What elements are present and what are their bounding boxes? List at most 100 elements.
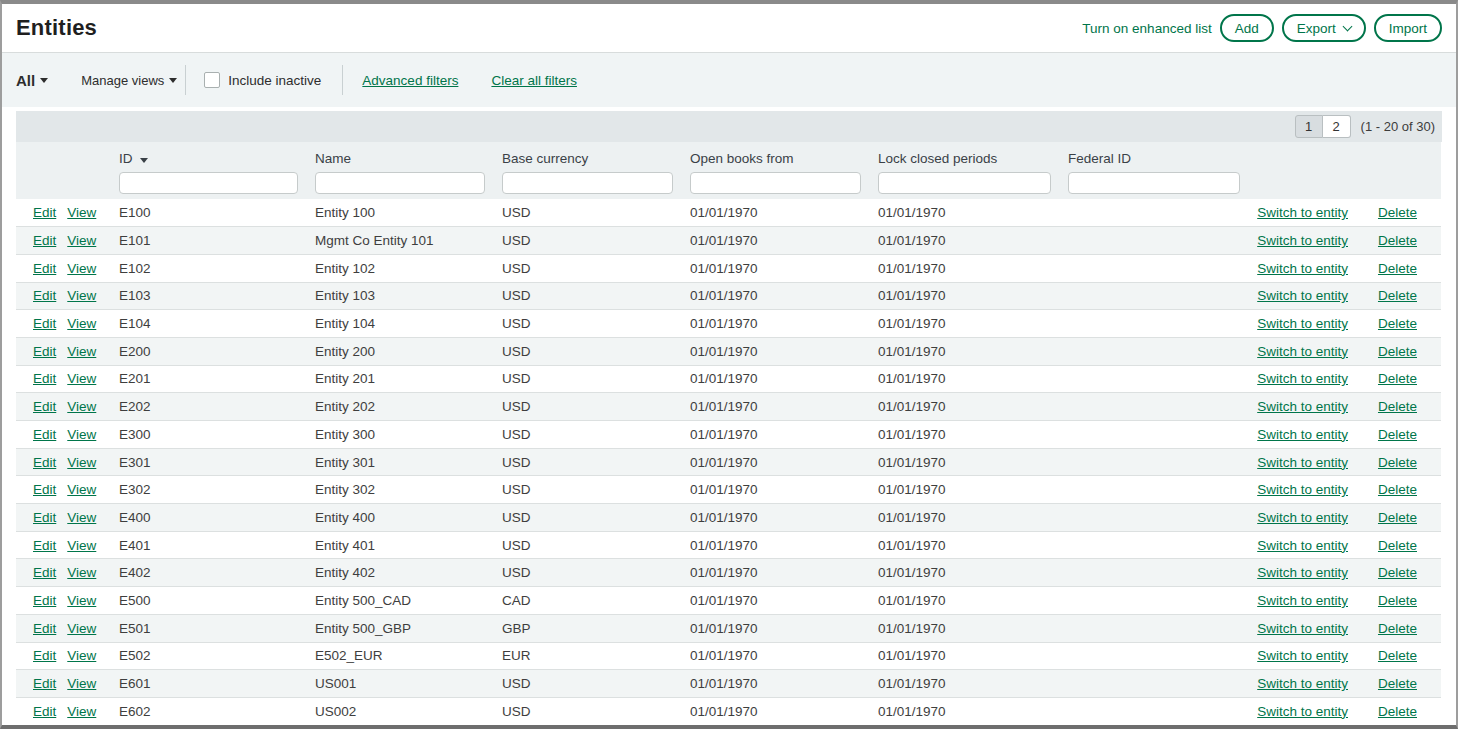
column-header-lock-closed-periods[interactable]: Lock closed periods [878,142,1068,170]
edit-link[interactable]: Edit [33,427,56,442]
delete-link[interactable]: Delete [1378,205,1417,220]
view-link[interactable]: View [67,704,96,719]
view-link[interactable]: View [67,482,96,497]
delete-link[interactable]: Delete [1378,704,1417,719]
switch-to-entity-link[interactable]: Switch to entity [1257,261,1348,276]
view-link[interactable]: View [67,316,96,331]
edit-link[interactable]: Edit [33,510,56,525]
open-books-from-filter-input[interactable] [690,172,861,194]
view-link[interactable]: View [67,538,96,553]
id-filter-input[interactable] [119,172,298,194]
column-header-id[interactable]: ID [119,142,315,170]
view-link[interactable]: View [67,565,96,580]
switch-to-entity-link[interactable]: Switch to entity [1257,621,1348,636]
delete-link[interactable]: Delete [1378,482,1417,497]
edit-link[interactable]: Edit [33,676,56,691]
delete-link[interactable]: Delete [1378,455,1417,470]
column-header-name[interactable]: Name [315,142,502,170]
delete-link[interactable]: Delete [1378,344,1417,359]
switch-to-entity-link[interactable]: Switch to entity [1257,233,1348,248]
delete-link[interactable]: Delete [1378,621,1417,636]
base-currency-filter-input[interactable] [502,172,673,194]
view-link[interactable]: View [67,648,96,663]
view-link[interactable]: View [67,344,96,359]
delete-link[interactable]: Delete [1378,261,1417,276]
view-link[interactable]: View [67,288,96,303]
delete-link[interactable]: Delete [1378,233,1417,248]
switch-to-entity-link[interactable]: Switch to entity [1257,344,1348,359]
cell-id: E401 [119,531,315,559]
edit-link[interactable]: Edit [33,399,56,414]
view-link[interactable]: View [67,205,96,220]
edit-link[interactable]: Edit [33,565,56,580]
delete-link[interactable]: Delete [1378,316,1417,331]
edit-link[interactable]: Edit [33,233,56,248]
lock-closed-periods-filter-input[interactable] [878,172,1051,194]
federal-id-filter-input[interactable] [1068,172,1240,194]
edit-link[interactable]: Edit [33,371,56,386]
switch-to-entity-link[interactable]: Switch to entity [1257,482,1348,497]
add-button[interactable]: Add [1220,14,1274,42]
delete-link[interactable]: Delete [1378,593,1417,608]
edit-link[interactable]: Edit [33,344,56,359]
switch-to-entity-link[interactable]: Switch to entity [1257,371,1348,386]
switch-to-entity-link[interactable]: Switch to entity [1257,538,1348,553]
delete-link[interactable]: Delete [1378,510,1417,525]
switch-to-entity-link[interactable]: Switch to entity [1257,704,1348,719]
manage-views-dropdown[interactable]: Manage views [81,73,177,88]
edit-link[interactable]: Edit [33,288,56,303]
switch-to-entity-link[interactable]: Switch to entity [1257,455,1348,470]
edit-link[interactable]: Edit [33,538,56,553]
view-link[interactable]: View [67,593,96,608]
edit-link[interactable]: Edit [33,648,56,663]
view-link[interactable]: View [67,676,96,691]
delete-link[interactable]: Delete [1378,648,1417,663]
delete-link[interactable]: Delete [1378,399,1417,414]
edit-link[interactable]: Edit [33,704,56,719]
delete-link[interactable]: Delete [1378,538,1417,553]
name-filter-input[interactable] [315,172,485,194]
switch-to-entity-link[interactable]: Switch to entity [1257,205,1348,220]
export-button[interactable]: Export [1282,14,1366,42]
page-button-2[interactable]: 2 [1323,115,1351,138]
delete-link[interactable]: Delete [1378,288,1417,303]
turn-on-enhanced-list-link[interactable]: Turn on enhanced list [1082,21,1211,36]
edit-link[interactable]: Edit [33,316,56,331]
view-link[interactable]: View [67,510,96,525]
view-link[interactable]: View [67,455,96,470]
edit-link[interactable]: Edit [33,205,56,220]
column-header-base-currency[interactable]: Base currency [502,142,690,170]
switch-to-entity-link[interactable]: Switch to entity [1257,593,1348,608]
delete-link[interactable]: Delete [1378,565,1417,580]
view-link[interactable]: View [67,399,96,414]
view-link[interactable]: View [67,427,96,442]
delete-link[interactable]: Delete [1378,371,1417,386]
edit-link[interactable]: Edit [33,621,56,636]
edit-link[interactable]: Edit [33,261,56,276]
switch-to-entity-link[interactable]: Switch to entity [1257,676,1348,691]
view-link[interactable]: View [67,261,96,276]
page-button-1[interactable]: 1 [1295,115,1323,138]
switch-to-entity-link[interactable]: Switch to entity [1257,565,1348,580]
switch-to-entity-link[interactable]: Switch to entity [1257,399,1348,414]
edit-link[interactable]: Edit [33,455,56,470]
view-link[interactable]: View [67,621,96,636]
delete-link[interactable]: Delete [1378,427,1417,442]
import-button[interactable]: Import [1374,14,1442,42]
delete-link[interactable]: Delete [1378,676,1417,691]
column-header-open-books-from[interactable]: Open books from [690,142,878,170]
edit-link[interactable]: Edit [33,482,56,497]
advanced-filters-link[interactable]: Advanced filters [362,73,458,88]
column-header-federal-id[interactable]: Federal ID [1068,142,1257,170]
switch-to-entity-link[interactable]: Switch to entity [1257,427,1348,442]
switch-to-entity-link[interactable]: Switch to entity [1257,288,1348,303]
switch-to-entity-link[interactable]: Switch to entity [1257,648,1348,663]
view-link[interactable]: View [67,233,96,248]
switch-to-entity-link[interactable]: Switch to entity [1257,316,1348,331]
clear-all-filters-link[interactable]: Clear all filters [491,73,577,88]
view-link[interactable]: View [67,371,96,386]
edit-link[interactable]: Edit [33,593,56,608]
include-inactive-checkbox[interactable] [204,72,220,88]
switch-to-entity-link[interactable]: Switch to entity [1257,510,1348,525]
view-selector[interactable]: All [16,72,48,89]
